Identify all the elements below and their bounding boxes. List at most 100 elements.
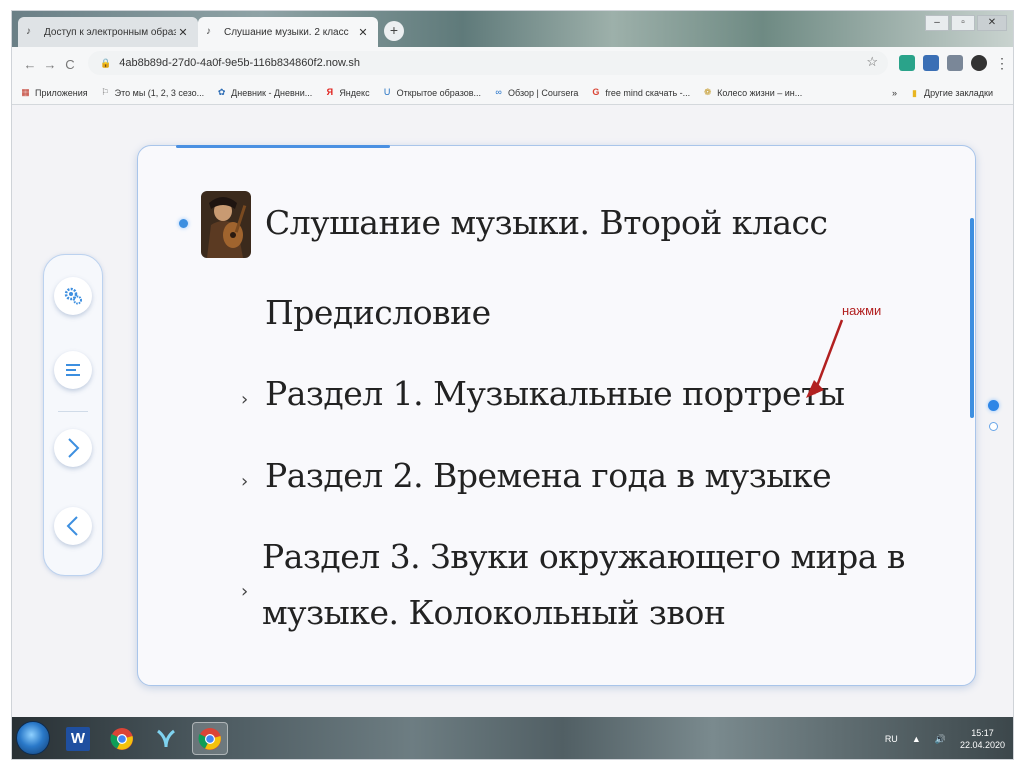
tab-title: Слушание музыки. 2 класс <box>224 26 349 38</box>
reload-icon[interactable]: C <box>60 57 80 72</box>
bookmark-eto-my[interactable]: ⚐ Это мы (1, 2, 3 сезо... <box>100 87 204 98</box>
bookmark-label: Открытое образов... <box>396 87 482 98</box>
windows-start-button[interactable] <box>16 721 50 755</box>
toc-course-title[interactable]: Слушание музыки. Второй класс <box>265 203 828 242</box>
chevron-left-icon <box>66 516 78 536</box>
wheel-icon: ❁ <box>703 87 712 97</box>
browser-toolbar: ← → C 🔒 4ab8b89d-27d0-4a0f-9e5b-116b8348… <box>12 47 1013 81</box>
bookmarks-right: » ▮ Другие закладки <box>892 81 1005 105</box>
chrome-icon <box>198 727 221 750</box>
prev-page-button[interactable] <box>54 507 92 545</box>
bookmark-label: Обзор | Coursera <box>508 87 579 98</box>
forward-arrow-icon[interactable]: → <box>40 57 60 72</box>
bookmark-coursera[interactable]: ∞ Обзор | Coursera <box>493 87 578 98</box>
expand-chevron-icon[interactable]: › <box>241 581 248 602</box>
gears-icon <box>64 287 82 305</box>
chevron-right-icon <box>68 438 80 458</box>
extensions-area: ⋮ <box>899 55 1009 71</box>
window-controls: – ▫ ✕ <box>925 15 1007 31</box>
tab-electronic-access[interactable]: ♪ Доступ к электронным образо.. ✕ <box>18 17 198 47</box>
word-icon: W <box>66 726 90 751</box>
bookmarks-overflow-button[interactable]: » <box>892 88 897 98</box>
tab-favicon-icon: ♪ <box>26 26 31 37</box>
chrome-active-button[interactable] <box>192 722 228 755</box>
lute-player-thumbnail <box>201 191 251 258</box>
tab-favicon-icon: ♪ <box>206 26 211 37</box>
extension-chart-icon[interactable] <box>923 55 939 71</box>
toc-active-bullet <box>179 219 188 228</box>
openedu-icon: U <box>383 87 391 97</box>
other-bookmarks-folder[interactable]: ▮ Другие закладки <box>909 88 993 99</box>
clock-time: 15:17 <box>971 728 994 738</box>
tab-close-icon[interactable]: ✕ <box>356 26 370 39</box>
new-tab-button[interactable]: + <box>384 21 404 41</box>
settings-button[interactable] <box>54 277 92 315</box>
volume-icon[interactable]: 🔊 <box>935 734 946 745</box>
apps-grid-icon: ▦ <box>21 87 30 97</box>
bookmark-dnevnik[interactable]: ✿ Дневник - Дневни... <box>216 87 312 98</box>
minimize-button[interactable]: – <box>925 15 949 31</box>
system-tray: RU ▲ 🔊 15:17 22.04.2020 <box>885 717 1005 759</box>
page-indicator[interactable] <box>989 422 998 431</box>
clock[interactable]: 15:17 22.04.2020 <box>960 727 1005 751</box>
word-app-button[interactable]: W <box>60 722 96 755</box>
bookmarks-bar: ▦ Приложения ⚐ Это мы (1, 2, 3 сезо... ✿ Дн… <box>12 81 1013 105</box>
chrome-app-button[interactable] <box>104 722 140 755</box>
bookmark-apps[interactable]: ▦ Приложения <box>20 87 88 98</box>
scrollbar-thumb[interactable] <box>970 218 974 418</box>
bookmark-label: Дневник - Дневни... <box>231 87 313 98</box>
expand-chevron-icon[interactable]: › <box>241 389 248 410</box>
page-content: Слушание музыки. Второй класс Предислови… <box>12 106 1013 717</box>
maximize-button[interactable]: ▫ <box>951 15 975 31</box>
lock-icon: 🔒 <box>100 57 112 68</box>
list-icon <box>66 364 80 376</box>
extension-grid-icon[interactable] <box>947 55 963 71</box>
tab-music-listening[interactable]: ♪ Слушание музыки. 2 класс ✕ <box>198 17 378 47</box>
bookmark-freemind[interactable]: Gfree mind скачать -... <box>590 87 690 98</box>
tab-close-icon[interactable]: ✕ <box>176 26 190 39</box>
annotation-arrow-icon <box>806 319 844 398</box>
dnevnik-icon: ✿ <box>217 87 226 97</box>
screen-capture: ♪ Доступ к электронным образо.. ✕ ♪ Слуш… <box>11 10 1014 760</box>
clock-date: 22.04.2020 <box>959 740 1005 750</box>
bookmark-label: Приложения <box>35 87 88 98</box>
side-navigator <box>43 254 103 576</box>
yandex-browser-icon <box>157 729 175 747</box>
tab-title: Доступ к электронным образо.. <box>44 26 176 38</box>
url-text: 4ab8b89d-27d0-4a0f-9e5b-116b834860f2.now… <box>119 57 360 69</box>
toc-item-section-1[interactable]: Раздел 1. Музыкальные портреты <box>265 374 845 413</box>
toc-item-preface[interactable]: Предисловие <box>265 293 491 332</box>
ribbon-icon: ⚐ <box>101 87 110 97</box>
nav-divider <box>58 411 88 412</box>
page-indicator-active[interactable] <box>988 400 999 411</box>
bookmark-yandex[interactable]: Я Яндекс <box>324 87 370 98</box>
chrome-icon <box>110 727 133 750</box>
toc-item-section-3-continued[interactable]: музыке. Колокольный звон <box>262 593 726 632</box>
google-icon: G <box>592 87 600 97</box>
tab-strip: ♪ Доступ к электронным образо.. ✕ ♪ Слуш… <box>12 11 1013 47</box>
toc-item-section-3[interactable]: Раздел 3. Звуки окружающего мира в <box>262 537 906 576</box>
bookmark-openedu[interactable]: U Открытое образов... <box>382 87 481 98</box>
toc-item-section-2[interactable]: Раздел 2. Времена года в музыке <box>265 456 832 495</box>
bookmark-label: Яндекс <box>339 87 370 98</box>
bookmark-star-icon[interactable]: ☆ <box>866 54 878 70</box>
yandex-icon: Я <box>326 87 334 97</box>
bookmark-label: free mind скачать -... <box>605 87 691 98</box>
panel-accent-line <box>176 145 390 148</box>
yandex-browser-button[interactable] <box>148 722 184 755</box>
language-indicator[interactable]: RU <box>885 734 898 744</box>
expand-chevron-icon[interactable]: › <box>241 471 248 492</box>
windows-taskbar: W RU ▲ 🔊 15:17 22.04.2020 <box>12 717 1013 759</box>
coursera-icon: ∞ <box>495 87 502 97</box>
close-window-button[interactable]: ✕ <box>977 15 1007 31</box>
back-arrow-icon[interactable]: ← <box>20 57 40 72</box>
tray-expand-icon[interactable]: ▲ <box>912 734 921 744</box>
contents-button[interactable] <box>54 351 92 389</box>
extension-map-icon[interactable] <box>899 55 915 71</box>
next-page-button[interactable] <box>54 429 92 467</box>
address-bar[interactable]: 🔒 4ab8b89d-27d0-4a0f-9e5b-116b834860f2.n… <box>88 51 888 75</box>
bookmark-label: Другие закладки <box>924 88 993 98</box>
bookmark-wheel-of-life[interactable]: ❁ Колесо жизни – ин... <box>702 87 802 98</box>
profile-avatar-icon[interactable] <box>971 55 987 71</box>
menu-kebab-icon[interactable]: ⋮ <box>995 55 1009 71</box>
